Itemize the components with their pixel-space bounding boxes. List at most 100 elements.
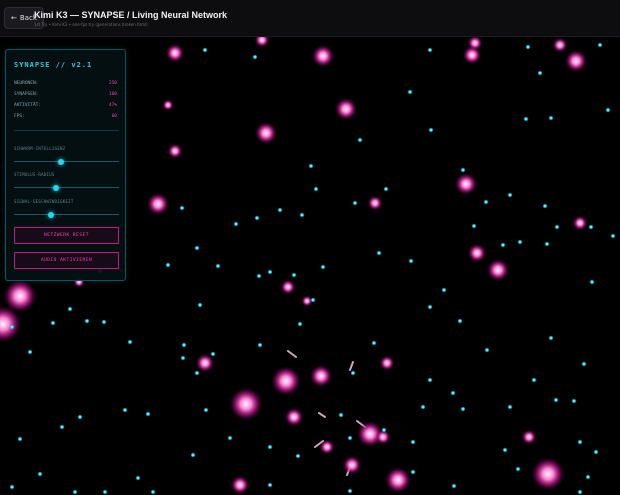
neuron — [537, 70, 543, 76]
neuron — [267, 482, 273, 488]
active-neuron — [310, 365, 332, 387]
neuron — [483, 199, 489, 205]
neuron — [84, 318, 90, 324]
neuron — [427, 304, 433, 310]
neuron — [27, 349, 33, 355]
neuron — [267, 444, 273, 450]
neuron — [588, 224, 594, 230]
neuron — [254, 215, 260, 221]
neuron — [451, 483, 457, 489]
neuron — [135, 475, 141, 481]
slider-thumb[interactable] — [53, 184, 59, 191]
page-subtitle: 1st Try • Kimi K3 • one-fps try (generat… — [34, 22, 148, 27]
neuron — [72, 489, 78, 495]
neuron — [585, 474, 591, 480]
neuron — [507, 404, 513, 410]
neuron — [484, 347, 490, 353]
slider-thumb[interactable] — [58, 158, 65, 165]
neuron — [190, 452, 196, 458]
panel-divider — [14, 130, 119, 131]
stat-label-neurons: NEURONEN: — [14, 81, 39, 86]
active-neuron — [367, 195, 383, 211]
active-neuron — [254, 37, 270, 48]
neuron — [523, 116, 529, 122]
panel-title: SYNAPSE // v2.1 — [14, 61, 93, 69]
neuron — [59, 424, 65, 430]
active-neuron — [521, 429, 537, 445]
active-neuron — [531, 457, 565, 491]
active-neuron — [280, 279, 296, 295]
neuron — [295, 453, 301, 459]
neuron — [593, 449, 599, 455]
network-reset-button[interactable]: NETZWERK RESET — [14, 227, 119, 244]
active-neuron — [255, 122, 277, 144]
stimulus-radius-slider[interactable] — [14, 184, 119, 191]
neuron — [181, 342, 187, 348]
slider-thumb[interactable] — [47, 211, 54, 218]
signal-trail — [318, 412, 326, 418]
neuron — [145, 411, 151, 417]
active-neuron — [335, 98, 357, 120]
neuron — [101, 319, 107, 325]
swarm-intelligence-slider[interactable] — [14, 158, 119, 165]
active-neuron — [319, 439, 335, 455]
neuron — [179, 205, 185, 211]
active-neuron — [468, 244, 486, 262]
signal-speed-slider[interactable] — [14, 211, 119, 218]
neuron — [291, 272, 297, 278]
arrow-left-icon: ← — [11, 14, 17, 22]
neuron — [9, 324, 15, 330]
active-neuron — [231, 476, 249, 494]
neuron — [457, 318, 463, 324]
active-neuron — [552, 37, 568, 53]
audio-activate-button[interactable]: AUDIO AKTIVIEREN — [14, 252, 119, 269]
neuron — [9, 484, 15, 490]
active-neuron — [487, 259, 509, 281]
neuron — [352, 200, 358, 206]
neuron — [460, 167, 466, 173]
stat-label-activity: AKTIVITÄT: — [14, 103, 42, 108]
neuron — [517, 239, 523, 245]
stat-value-activity: 47% — [108, 103, 117, 108]
neuron — [610, 233, 616, 239]
neuron — [577, 489, 583, 495]
active-neuron — [166, 44, 184, 62]
neuron — [215, 263, 221, 269]
neuron — [507, 192, 513, 198]
neuron — [347, 488, 353, 494]
neuron — [202, 47, 208, 53]
active-neuron — [343, 456, 361, 474]
neuron — [471, 223, 477, 229]
active-neuron — [285, 408, 303, 426]
neuron — [350, 370, 356, 376]
neuron — [531, 377, 537, 383]
neuron — [605, 107, 611, 113]
neuron — [180, 355, 186, 361]
neuron — [589, 279, 595, 285]
active-neuron — [385, 467, 411, 493]
neuron — [297, 321, 303, 327]
page-title: Kimi K3 — SYNAPSE / Living Neural Networ… — [34, 10, 228, 20]
stat-label-fps: FPS: — [14, 114, 25, 119]
neuron — [460, 406, 466, 412]
neuron — [313, 186, 319, 192]
active-neuron — [565, 50, 587, 72]
active-neuron — [229, 387, 263, 421]
active-neuron — [196, 354, 214, 372]
stat-label-synapses: SYNAPSEN: — [14, 92, 39, 97]
slider-label-speed: SIGNAL-GESCHWINDIGKEIT — [14, 199, 74, 204]
stat-value-fps: 60 — [111, 114, 117, 119]
stat-value-neurons: 250 — [108, 81, 117, 86]
neuron — [383, 186, 389, 192]
active-neuron — [167, 143, 183, 159]
active-neuron — [455, 173, 477, 195]
neuron — [571, 398, 577, 404]
neuron — [127, 339, 133, 345]
neuron — [502, 447, 508, 453]
neuron — [150, 489, 156, 495]
neuron — [548, 115, 554, 121]
neuron — [577, 439, 583, 445]
top-bar: ← Back Kimi K3 — SYNAPSE / Living Neural… — [0, 0, 620, 37]
neuron — [338, 412, 344, 418]
neuron — [252, 54, 258, 60]
